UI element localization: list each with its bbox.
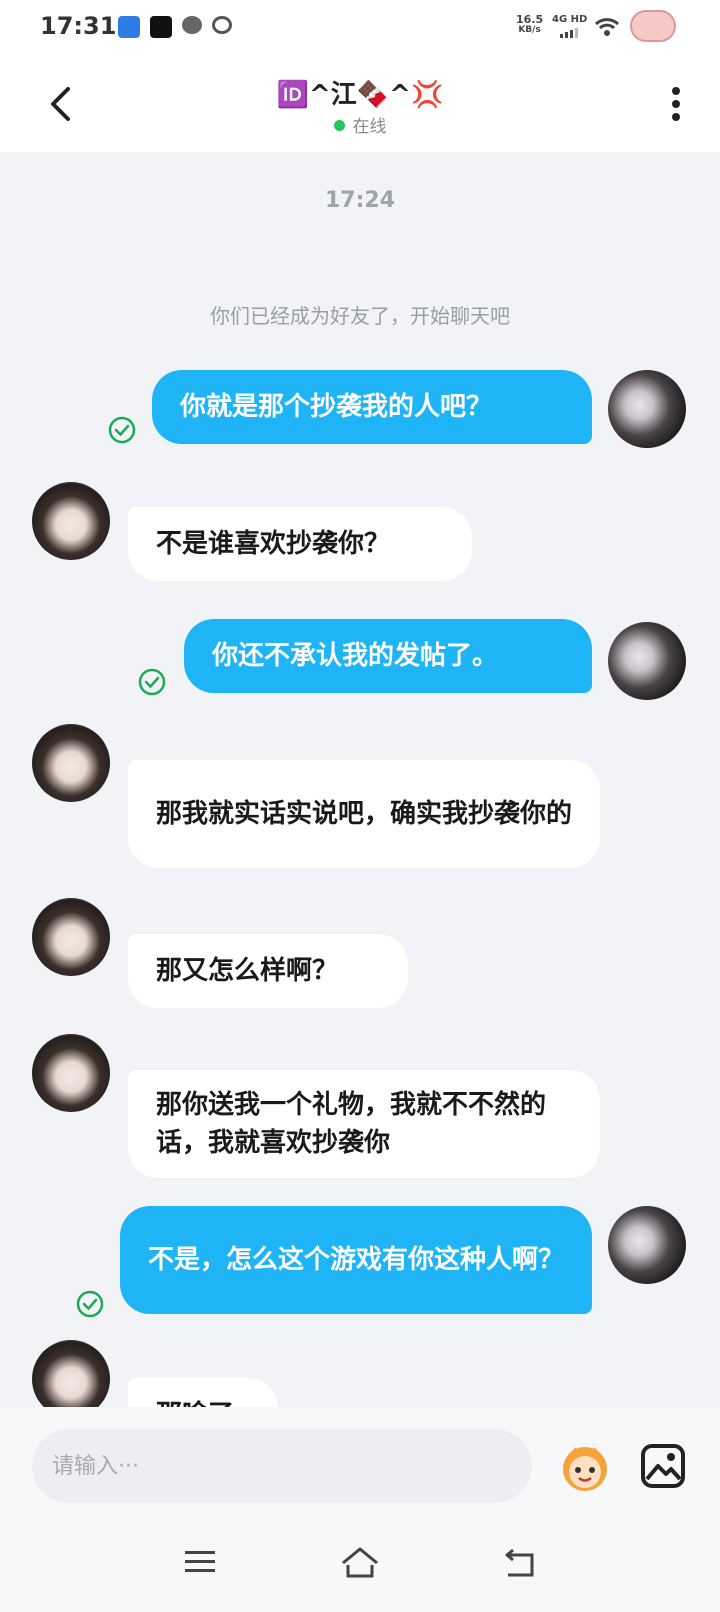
star-app-icon [150,16,172,38]
online-dot-icon [333,119,345,131]
status-time: 17:31 [40,12,117,40]
message-bubble-received[interactable]: 不是谁喜欢抄袭你？ [128,507,472,581]
sent-check-icon [108,416,136,448]
contact-avatar[interactable] [32,898,110,976]
network-type: 4G HD [552,14,588,25]
message-bubble-received[interactable]: 那啥了 [128,1378,278,1407]
contact-avatar[interactable] [32,1034,110,1112]
wechat-icon [182,16,202,34]
contact-avatar[interactable] [32,724,110,802]
my-avatar[interactable] [608,370,686,448]
message-input-bar [0,1407,720,1527]
contact-avatar[interactable] [32,482,110,560]
net-speed-unit: KB/s [518,25,541,35]
back-return-icon[interactable] [502,1548,536,1583]
wifi-icon [594,16,620,42]
cartoon-face-icon [563,1447,607,1491]
my-avatar[interactable] [608,622,686,700]
vertical-ellipsis-icon[interactable] [670,86,682,126]
online-status-label: 在线 [352,117,387,137]
ring-icon [212,16,232,34]
message-bubble-sent[interactable]: 你就是那个抄袭我的人吧？ [152,370,592,444]
message-bubble-received[interactable]: 那我就实话实说吧，确实我抄袭你的 [128,760,600,868]
image-icon [641,1444,685,1488]
my-avatar[interactable] [608,1206,686,1284]
system-notice: 你们已经成为好友了，开始聊天吧 [210,304,510,328]
chat-message-list[interactable]: 17:24 你们已经成为好友了，开始聊天吧 你就是那个抄袭我的人吧？ 不是谁喜欢… [0,152,720,1407]
image-picker-button[interactable] [640,1443,686,1493]
sent-check-icon [76,1290,104,1322]
sent-check-icon [138,668,166,700]
battery-pig-icon [630,10,676,42]
online-status: 在线 [0,112,720,137]
app-notification-icon [118,16,140,38]
home-icon[interactable] [340,1545,380,1583]
emoji-button[interactable] [558,1441,612,1495]
net-speed: 16.5 KB/s [516,14,543,36]
notification-icons [118,16,232,38]
chat-timestamp: 17:24 [324,188,396,213]
net-speed-value: 16.5 [516,13,544,26]
message-bubble-received[interactable]: 那你送我一个礼物，我就不不然的话，我就喜欢抄袭你 [128,1070,600,1178]
message-input[interactable] [32,1429,532,1503]
menu-icon[interactable] [184,1549,216,1579]
contact-name: 🆔^江🍫^💢 [276,80,444,110]
message-bubble-sent[interactable]: 不是，怎么这个游戏有你这种人啊？ [120,1206,592,1314]
status-bar: 17:31 16.5 KB/s 4G HD [0,0,720,56]
message-bubble-sent[interactable]: 你还不承认我的发帖了。 [184,619,592,693]
chat-header: 🆔^江🍫^💢 在线 [0,56,720,152]
contact-avatar[interactable] [32,1340,110,1407]
signal-icon [560,28,578,38]
message-bubble-received[interactable]: 那又怎么样啊？ [128,934,408,1008]
system-nav-bar [0,1527,720,1612]
